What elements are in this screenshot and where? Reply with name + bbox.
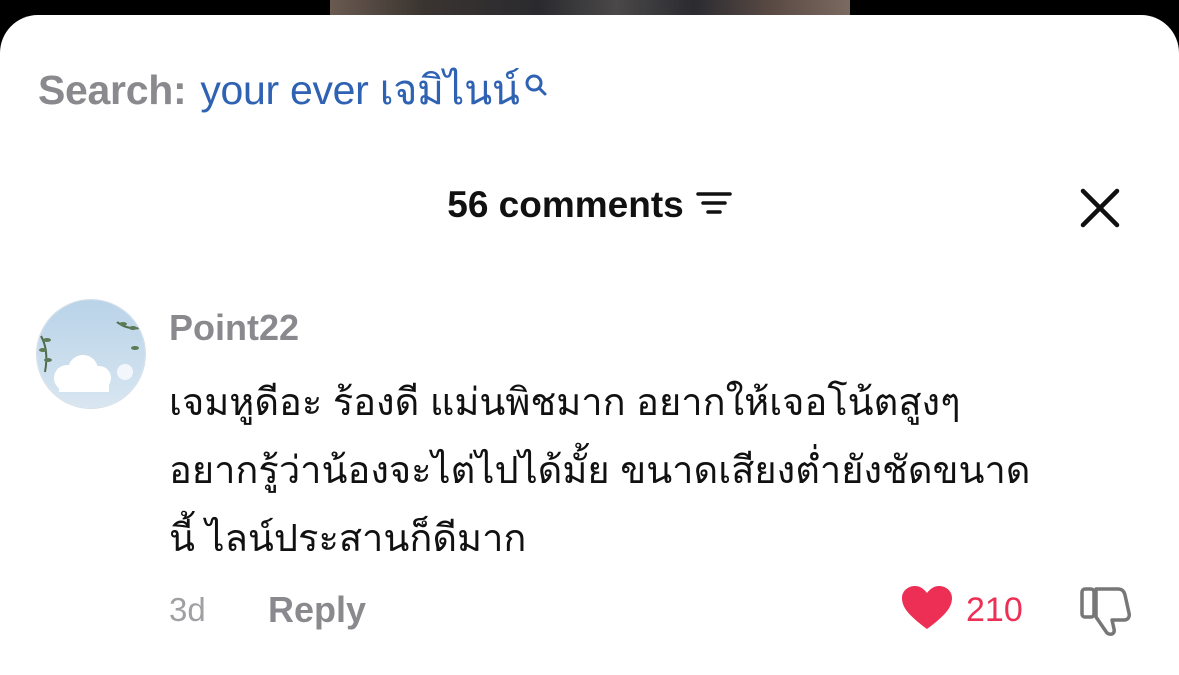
close-icon — [1080, 188, 1120, 228]
thumbs-down-icon — [1080, 587, 1131, 636]
heart-icon — [902, 586, 952, 629]
search-suggestion[interactable]: Search: your ever เจมิไนน์ — [38, 65, 548, 115]
comment-username[interactable]: Point22 — [169, 307, 299, 349]
like-count: 210 — [966, 591, 1023, 629]
search-query[interactable]: your ever เจมิไนน์ — [200, 58, 520, 123]
comments-header: 56 comments — [0, 180, 1179, 230]
avatar[interactable] — [36, 299, 146, 409]
reply-button[interactable]: Reply — [268, 589, 366, 631]
search-icon — [524, 60, 548, 107]
comments-count: 56 comments — [447, 184, 684, 225]
comment-text-line: นี้ ไลน์ประสานก็ดีมาก — [169, 518, 527, 560]
comment-text-line: เจมหูดีอะ ร้องดี แม่นพิชมาก อยากให้เจอโน… — [169, 382, 961, 424]
search-prefix: Search: — [38, 66, 187, 113]
comment-text-line: อยากรู้ว่าน้องจะไต่ไปได้มั้ย ขนาดเสียงต่… — [169, 450, 1031, 492]
close-button[interactable] — [1076, 184, 1124, 232]
comments-sheet: Search: your ever เจมิไนน์ 56 comments P… — [0, 15, 1179, 675]
dislike-button[interactable] — [1078, 585, 1134, 637]
like-button[interactable] — [900, 585, 954, 631]
video-thumbnail — [330, 0, 850, 16]
sort-icon[interactable] — [696, 188, 732, 223]
comment-text: เจมหูดีอะ ร้องดี แม่นพิชมาก อยากให้เจอโน… — [169, 369, 1149, 573]
comment-actions: 3d Reply 210 — [0, 583, 1179, 636]
comment-timestamp: 3d — [169, 591, 206, 628]
